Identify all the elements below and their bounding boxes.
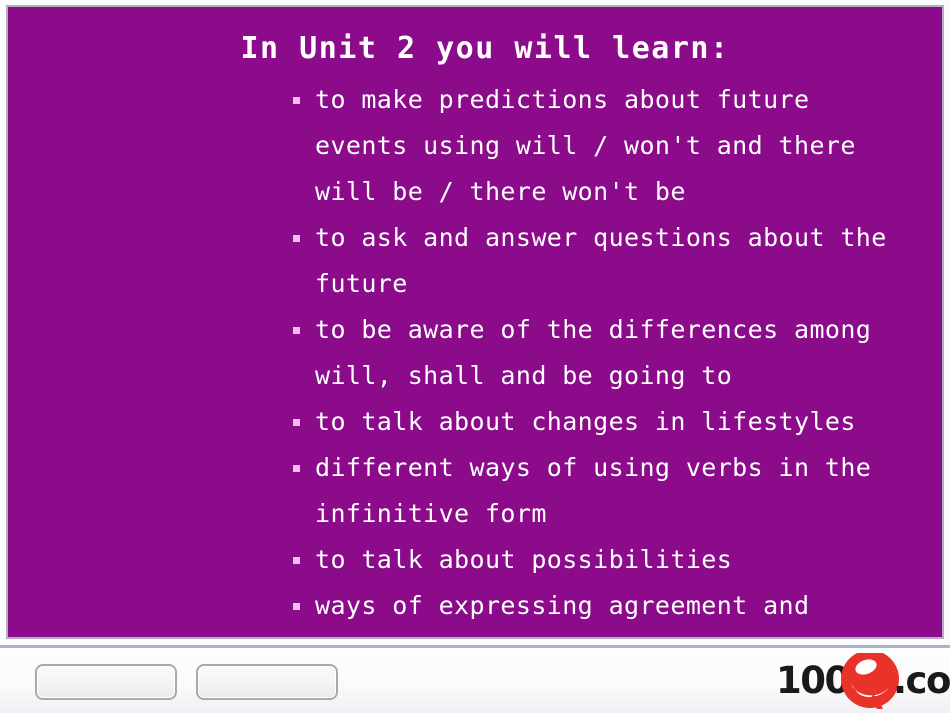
bullet-square-icon — [293, 603, 300, 610]
list-item-label: to talk about possibilities — [315, 545, 733, 574]
slide-content: In Unit 2 you will learn: to make predic… — [8, 7, 942, 629]
list-item: to be aware of the differences among wil… — [291, 307, 911, 399]
footer-button-1[interactable] — [35, 664, 177, 700]
page-title: In Unit 2 you will learn: — [240, 31, 730, 66]
list-item-label: to ask and answer questions about the fu… — [315, 223, 887, 298]
footer-bar: 100 .com — [0, 645, 950, 713]
bullet-square-icon — [293, 235, 300, 242]
list-item: to make predictions about future events … — [291, 77, 911, 215]
learning-objectives-list: to make predictions about future events … — [8, 77, 942, 629]
list-item-label: to be aware of the differences among wil… — [315, 315, 872, 390]
list-item: to talk about possibilities — [291, 537, 911, 583]
list-item: to ask and answer questions about the fu… — [291, 215, 911, 307]
list-item-label: to talk about changes in lifestyles — [315, 407, 856, 436]
footer-button-group — [0, 648, 338, 716]
bullet-square-icon — [293, 327, 300, 334]
bullet-square-icon — [293, 97, 300, 104]
list-item-label: to make predictions about future events … — [315, 85, 856, 206]
list-item: ways of expressing agreement and — [291, 583, 911, 629]
list-item: different ways of using verbs in the inf… — [291, 445, 911, 537]
list-item-label: ways of expressing agreement and — [315, 591, 810, 620]
app-window: In Unit 2 you will learn: to make predic… — [0, 0, 950, 713]
bullet-square-icon — [293, 557, 300, 564]
logo-prefix-text: 100 — [776, 658, 850, 702]
site-logo[interactable]: 100 .com — [776, 652, 950, 709]
bullet-square-icon — [293, 465, 300, 472]
logo-suffix-text: .com — [893, 658, 950, 702]
list-item: to talk about changes in lifestyles — [291, 399, 911, 445]
slide-panel: In Unit 2 you will learn: to make predic… — [6, 5, 944, 639]
bullet-square-icon — [293, 419, 300, 426]
list-item-label: different ways of using verbs in the inf… — [315, 453, 872, 528]
footer-button-2[interactable] — [196, 664, 338, 700]
